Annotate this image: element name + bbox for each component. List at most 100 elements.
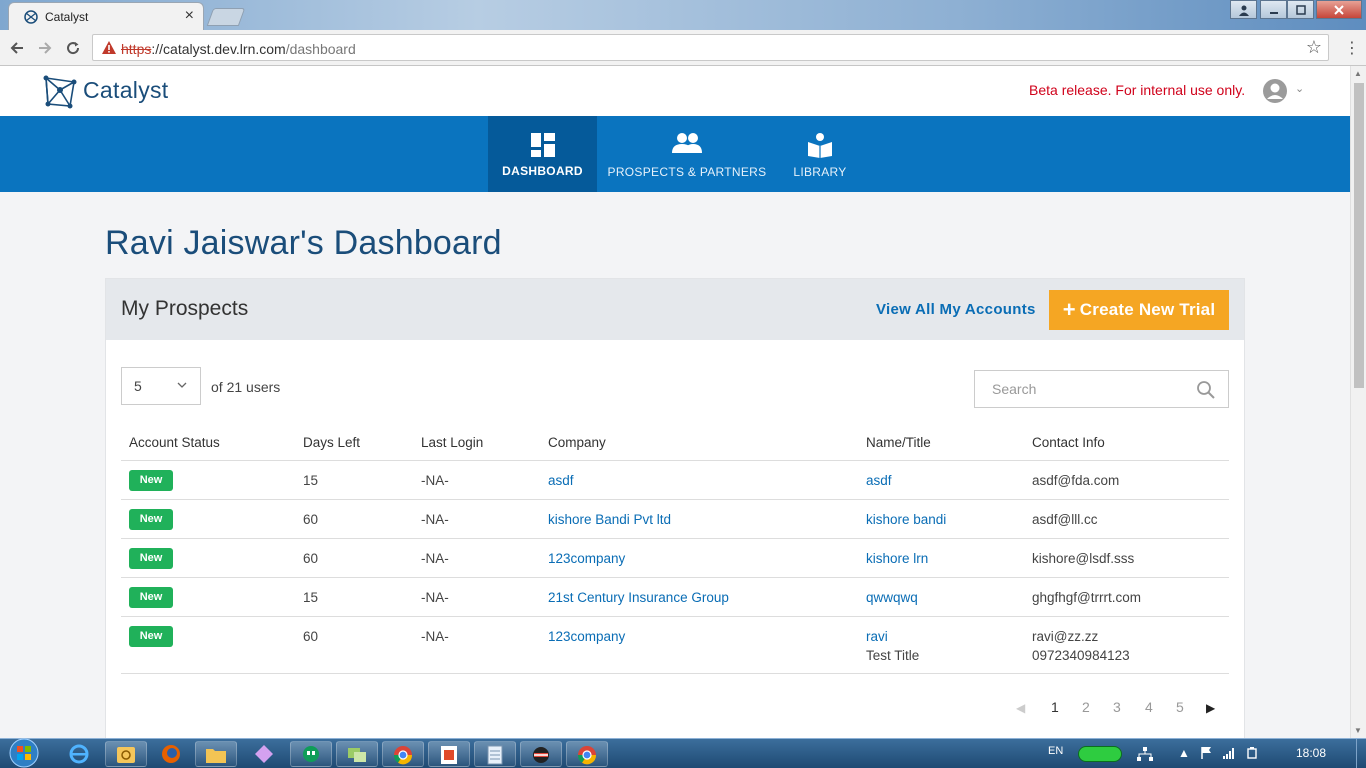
last-login-cell: -NA- <box>421 551 449 566</box>
beta-notice: Beta release. For internal use only. <box>1029 82 1246 98</box>
company-link[interactable]: 123company <box>548 551 625 566</box>
days-left-cell: 60 <box>303 629 319 644</box>
profile-window-icon[interactable] <box>1230 0 1257 19</box>
hangouts-icon[interactable] <box>290 741 332 767</box>
site-header: Catalyst Beta release. For internal use … <box>0 66 1350 116</box>
last-login-cell: -NA- <box>421 512 449 527</box>
scroll-up-icon[interactable]: ▲ <box>1354 69 1362 78</box>
company-link[interactable]: 123company <box>548 629 625 644</box>
company-link[interactable]: kishore Bandi Pvt ltd <box>548 512 671 527</box>
app-icon[interactable] <box>520 741 562 767</box>
browser-titlebar: Catalyst × <box>0 0 1366 30</box>
tray-expand-icon[interactable]: ▲ <box>1178 746 1190 760</box>
file-explorer-icon[interactable] <box>195 741 237 767</box>
catalyst-logo-icon[interactable] <box>42 74 78 110</box>
internet-explorer-icon[interactable] <box>58 741 100 767</box>
back-arrow-icon[interactable] <box>6 37 28 59</box>
last-login-cell: -NA- <box>421 629 449 644</box>
nav-library[interactable]: LIBRARY <box>786 116 854 192</box>
page-viewport: Catalyst Beta release. For internal use … <box>0 66 1350 738</box>
forward-arrow-icon[interactable] <box>34 37 56 59</box>
chevron-down-icon[interactable]: ⌄ <box>1295 82 1304 95</box>
nav-dashboard[interactable]: DASHBOARD <box>488 116 597 192</box>
language-indicator[interactable]: EN <box>1048 745 1063 757</box>
page-scrollbar[interactable]: ▲ ▼ <box>1350 66 1366 738</box>
nav-prospects-label: PROSPECTS & PARTNERS <box>607 165 767 179</box>
column-header-company[interactable]: Company <box>548 435 606 450</box>
page-link-3[interactable]: 3 <box>1113 699 1121 715</box>
column-header-last-login[interactable]: Last Login <box>421 435 483 450</box>
app-icon[interactable] <box>336 741 378 767</box>
show-desktop-button[interactable] <box>1356 739 1366 768</box>
company-link[interactable]: asdf <box>548 473 574 488</box>
close-window-icon[interactable] <box>1316 0 1362 19</box>
network-share-icon[interactable] <box>1136 746 1154 765</box>
column-header-contact-info[interactable]: Contact Info <box>1032 435 1105 450</box>
search-icon[interactable] <box>1196 380 1216 400</box>
outlook-icon[interactable] <box>105 741 147 767</box>
page-link-1[interactable]: 1 <box>1051 699 1059 715</box>
table-row: New 15 -NA- asdf asdf asdf@fda.com <box>121 461 1229 500</box>
prospects-table: Account Status Days Left Last Login Comp… <box>121 427 1229 674</box>
contact-name-link[interactable]: kishore bandi <box>866 512 946 527</box>
chrome-icon[interactable] <box>382 741 424 767</box>
column-header-name-title[interactable]: Name/Title <box>866 435 931 450</box>
signal-strength-icon[interactable] <box>1222 746 1236 763</box>
os-taskbar: EN ▲ 18:08 <box>0 738 1366 768</box>
url-text: https://catalyst.dev.lrn.com/dashboard <box>121 41 356 57</box>
brand-name[interactable]: Catalyst <box>83 77 168 104</box>
browser-tab[interactable]: Catalyst × <box>8 2 204 30</box>
battery-icon[interactable] <box>1078 746 1122 762</box>
contact-email: ravi@zz.zz <box>1032 629 1099 644</box>
table-row: New 60 -NA- kishore Bandi Pvt ltd kishor… <box>121 500 1229 539</box>
view-all-accounts-link[interactable]: View All My Accounts <box>876 301 1036 318</box>
chrome-icon[interactable] <box>566 741 608 767</box>
contact-email: asdf@lll.cc <box>1032 512 1098 527</box>
url-host: ://catalyst.dev.lrn.com <box>151 41 286 57</box>
tab-close-icon[interactable]: × <box>185 7 194 25</box>
page-link-5[interactable]: 5 <box>1176 699 1184 715</box>
page-link-2[interactable]: 2 <box>1082 699 1090 715</box>
user-avatar-icon[interactable] <box>1262 78 1288 104</box>
scrollbar-thumb[interactable] <box>1354 83 1364 388</box>
firefox-icon[interactable] <box>150 741 192 767</box>
column-header-account-status[interactable]: Account Status <box>129 435 220 450</box>
minimize-icon[interactable] <box>1260 0 1287 19</box>
action-center-flag-icon[interactable] <box>1200 746 1212 763</box>
app-icon[interactable] <box>428 741 470 767</box>
page-link-4[interactable]: 4 <box>1145 699 1153 715</box>
create-new-trial-button[interactable]: + Create New Trial <box>1049 290 1229 330</box>
scroll-down-icon[interactable]: ▼ <box>1354 726 1362 735</box>
url-bar[interactable]: https://catalyst.dev.lrn.com/dashboard ☆ <box>92 34 1329 61</box>
power-plug-icon[interactable] <box>1246 746 1258 763</box>
chevron-down-icon <box>177 381 187 392</box>
company-link[interactable]: 21st Century Insurance Group <box>548 590 729 605</box>
status-badge: New <box>129 587 173 608</box>
not-secure-warning-icon[interactable] <box>101 40 117 56</box>
search-box[interactable] <box>974 370 1229 408</box>
contact-name-link[interactable]: ravi <box>866 629 888 644</box>
contact-name-link[interactable]: asdf <box>866 473 892 488</box>
catalyst-favicon-icon <box>24 10 38 24</box>
last-login-cell: -NA- <box>421 590 449 605</box>
app-icon[interactable] <box>243 741 285 767</box>
contact-name-link[interactable]: kishore lrn <box>866 551 928 566</box>
next-page-icon[interactable]: ▶ <box>1206 701 1215 715</box>
column-header-days-left[interactable]: Days Left <box>303 435 360 450</box>
search-input[interactable] <box>975 371 1185 407</box>
previous-page-icon[interactable]: ◀ <box>1016 701 1025 715</box>
page-size-value: 5 <box>134 378 142 394</box>
maximize-icon[interactable] <box>1287 0 1314 19</box>
nav-prospects-partners[interactable]: PROSPECTS & PARTNERS <box>606 116 768 192</box>
bookmark-star-icon[interactable]: ☆ <box>1306 37 1322 58</box>
page-size-select[interactable]: 5 <box>121 367 201 405</box>
contact-name-link[interactable]: qwwqwq <box>866 590 918 605</box>
windows-start-icon[interactable] <box>4 737 44 768</box>
notepad-icon[interactable] <box>474 741 516 767</box>
my-prospects-card: My Prospects View All My Accounts + Creat… <box>105 278 1245 738</box>
browser-menu-icon[interactable]: ⋮ <box>1344 38 1360 58</box>
card-title: My Prospects <box>121 297 249 320</box>
reload-icon[interactable] <box>62 37 84 59</box>
system-clock[interactable]: 18:08 <box>1296 746 1326 760</box>
new-tab-button[interactable] <box>206 8 246 26</box>
